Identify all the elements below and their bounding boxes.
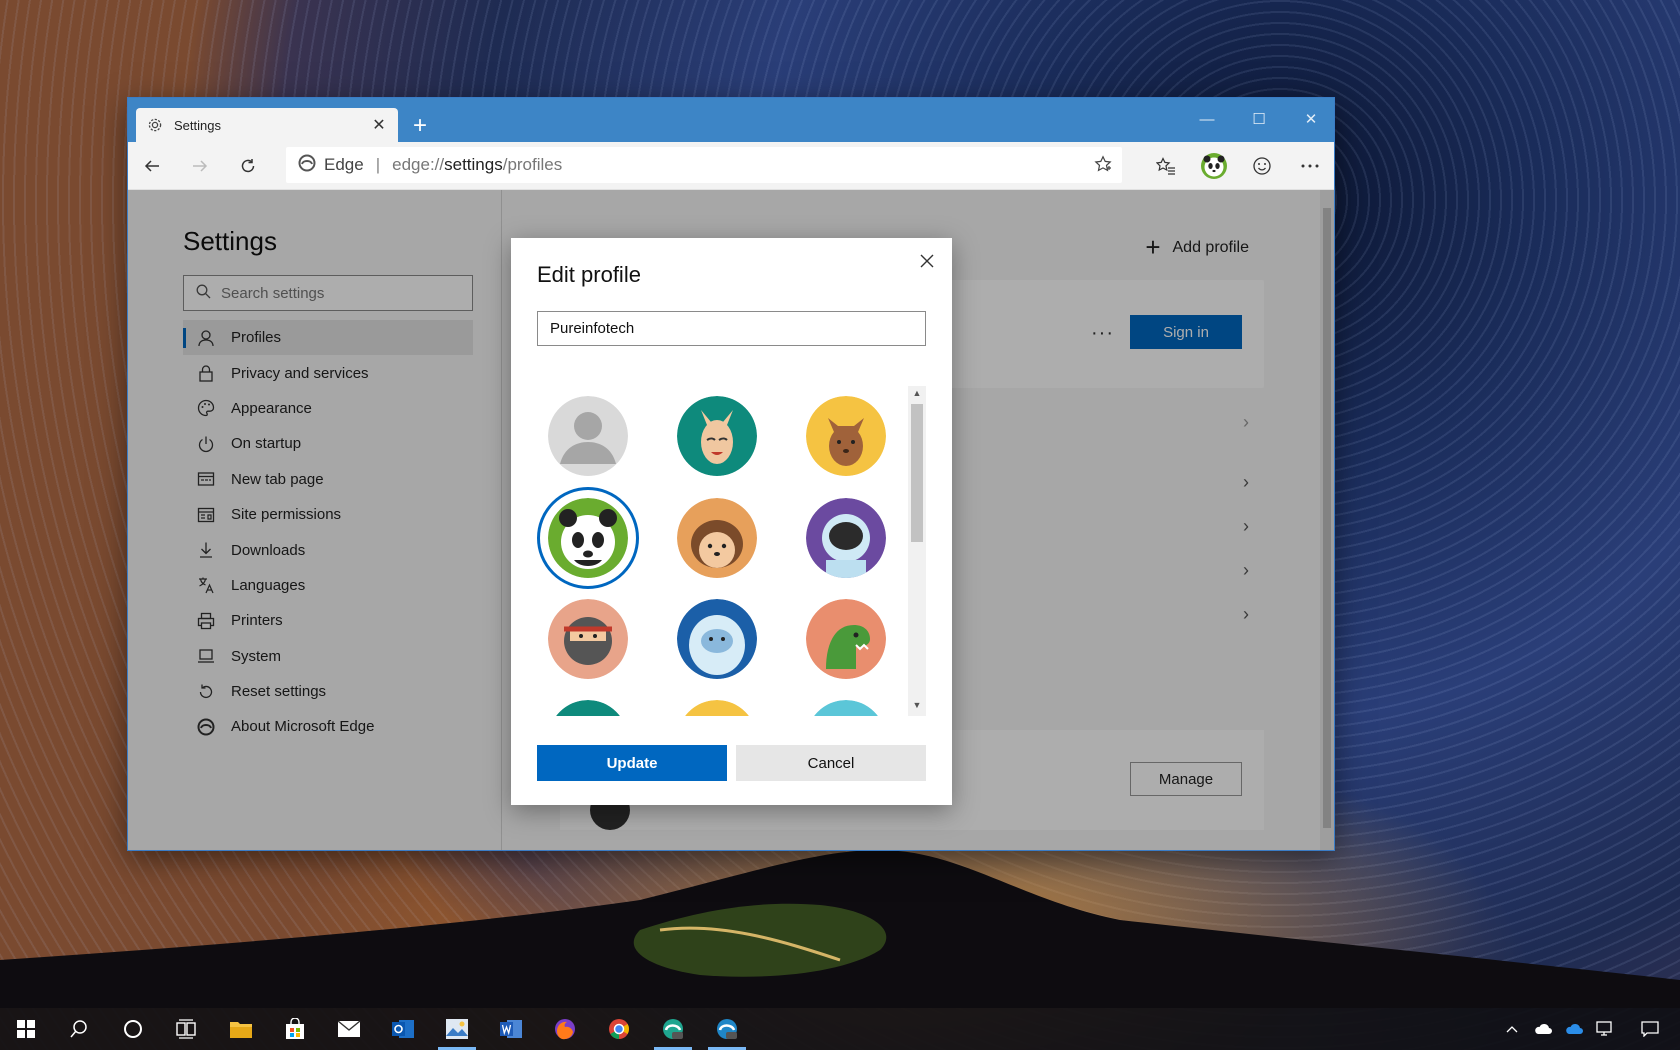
search-icon[interactable] <box>52 1008 106 1050</box>
photos-icon[interactable] <box>430 1008 484 1050</box>
update-button[interactable]: Update <box>537 745 727 781</box>
word-icon[interactable] <box>484 1008 538 1050</box>
outlook-icon[interactable] <box>376 1008 430 1050</box>
chrome-icon[interactable] <box>592 1008 646 1050</box>
cortana-icon[interactable] <box>106 1008 160 1050</box>
profile-name-input[interactable] <box>537 311 926 346</box>
taskbar <box>0 1008 1680 1050</box>
scroll-down-icon[interactable]: ▼ <box>911 700 923 714</box>
system-tray <box>1496 1008 1680 1050</box>
fox-avatar[interactable] <box>677 396 757 476</box>
firefox-icon[interactable] <box>538 1008 592 1050</box>
cloud-icon[interactable] <box>1527 1008 1558 1050</box>
file-explorer-icon[interactable] <box>214 1008 268 1050</box>
address-host: settings <box>444 155 503 174</box>
scroll-up-icon[interactable]: ▲ <box>911 388 923 402</box>
avatar-option[interactable] <box>548 700 628 716</box>
network-icon[interactable] <box>1589 1008 1620 1050</box>
edge-beta-icon[interactable] <box>646 1008 700 1050</box>
cancel-button[interactable]: Cancel <box>736 745 926 781</box>
store-icon[interactable] <box>268 1008 322 1050</box>
new-tab-button[interactable]: + <box>406 112 434 140</box>
dinosaur-avatar[interactable] <box>806 599 886 679</box>
panda-avatar[interactable] <box>548 498 628 578</box>
task-view-icon[interactable] <box>160 1008 214 1050</box>
tab-settings[interactable]: Settings ✕ <box>136 108 398 142</box>
back-button[interactable] <box>128 146 176 186</box>
address-scheme: edge:// <box>392 155 445 174</box>
address-path: /profiles <box>502 155 563 174</box>
hedgehog-avatar[interactable] <box>677 498 757 578</box>
gear-icon <box>146 116 164 134</box>
close-tab-icon[interactable]: ✕ <box>370 116 388 134</box>
avatar-option[interactable] <box>677 700 757 716</box>
edge-beta-icon[interactable] <box>700 1008 754 1050</box>
default-avatar[interactable] <box>548 396 628 476</box>
cat-avatar[interactable] <box>806 396 886 476</box>
address-brand: Edge <box>324 155 364 174</box>
address-bar[interactable]: Edge | edge:// settings /profiles <box>286 147 1122 183</box>
avatar-grid <box>537 386 937 716</box>
maximize-button[interactable]: ☐ <box>1236 104 1282 134</box>
astronaut-avatar[interactable] <box>806 498 886 578</box>
close-icon[interactable] <box>914 248 940 274</box>
edit-profile-dialog: Edit profile Pureinfotech ▲ ▼ Update Can… <box>511 238 952 805</box>
yeti-avatar[interactable] <box>677 599 757 679</box>
forward-button[interactable] <box>176 146 224 186</box>
chevron-up-icon[interactable] <box>1496 1008 1527 1050</box>
toolbar: Edge | edge:// settings /profiles <box>128 142 1334 190</box>
tab-title: Settings <box>174 117 221 133</box>
refresh-button[interactable] <box>224 146 272 186</box>
mail-icon[interactable] <box>322 1008 376 1050</box>
more-menu-icon[interactable] <box>1286 146 1334 186</box>
avatar-scrollbar[interactable]: ▲ ▼ <box>908 386 926 716</box>
feedback-icon[interactable] <box>1238 146 1286 186</box>
profile-avatar-button[interactable] <box>1190 146 1238 186</box>
onedrive-icon[interactable] <box>1558 1008 1589 1050</box>
favorites-icon[interactable] <box>1142 146 1190 186</box>
avatar-option[interactable] <box>806 700 886 716</box>
dialog-title: Edit profile <box>537 262 641 287</box>
edge-icon <box>298 154 316 177</box>
scrollbar-thumb[interactable] <box>911 404 923 542</box>
close-window-button[interactable]: ✕ <box>1288 104 1334 134</box>
start-button[interactable] <box>0 1008 52 1050</box>
title-bar: Settings ✕ + — ☐ ✕ <box>128 98 1334 142</box>
notifications-icon[interactable] <box>1620 1008 1680 1050</box>
ninja-avatar[interactable] <box>548 599 628 679</box>
star-icon[interactable] <box>1094 155 1112 178</box>
minimize-button[interactable]: — <box>1184 104 1230 134</box>
address-separator: | <box>375 155 381 174</box>
